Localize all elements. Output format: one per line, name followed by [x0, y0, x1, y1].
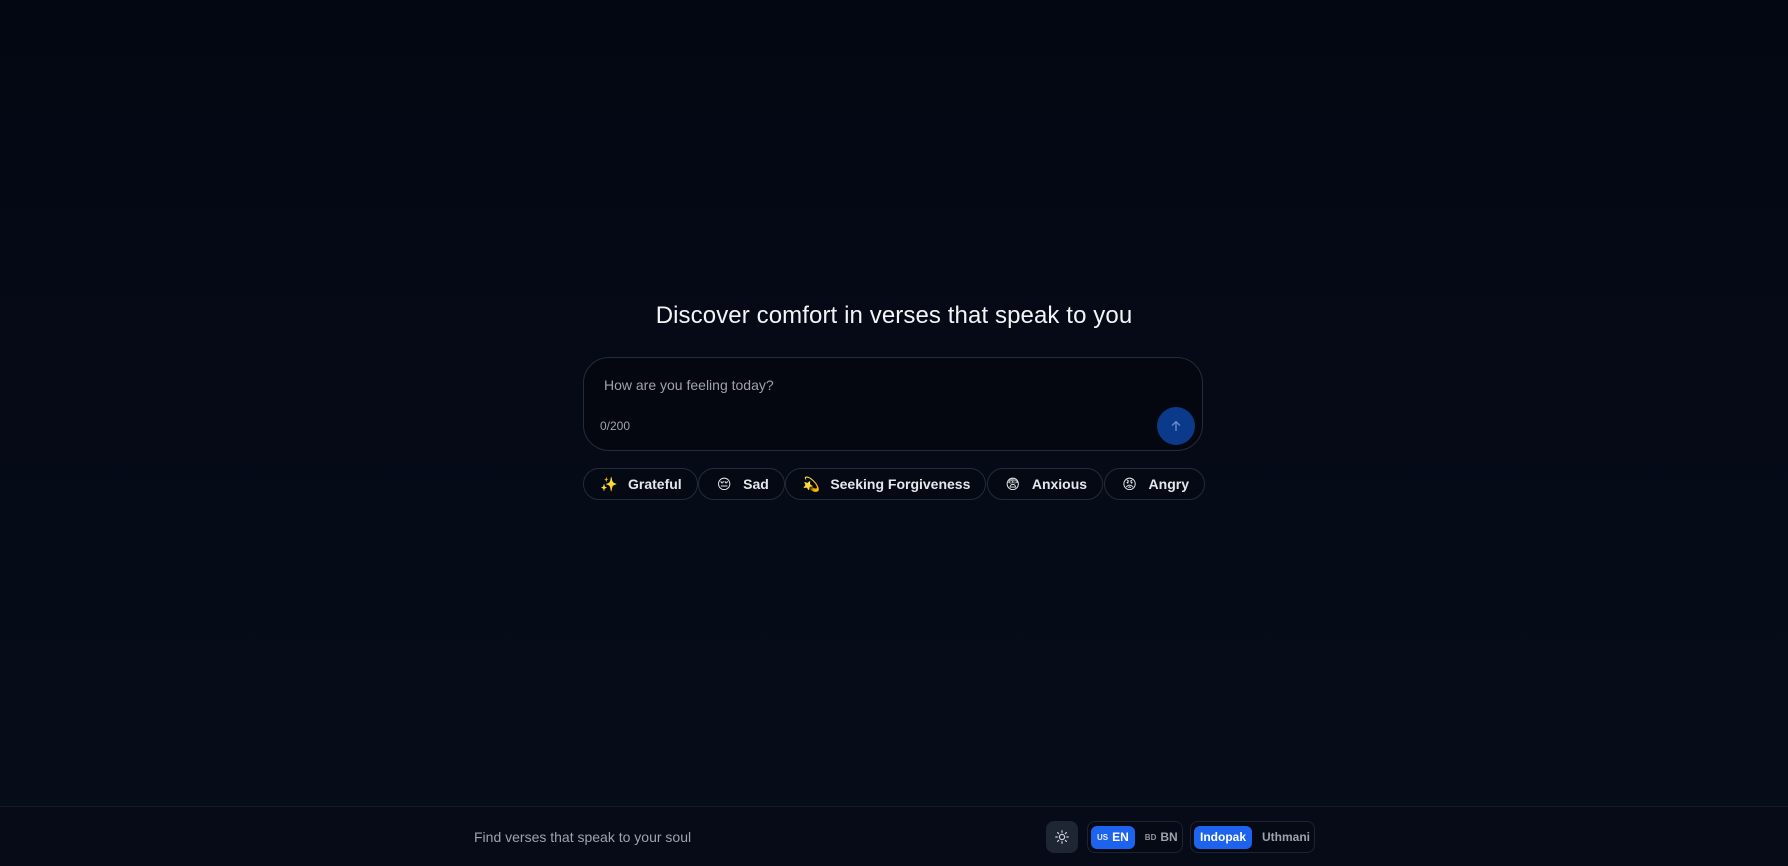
feeling-input[interactable] [602, 372, 1166, 398]
mood-chip-anxious[interactable]: 😨 Anxious [986, 468, 1104, 500]
page-title: Discover comfort in verses that speak to… [655, 302, 1133, 329]
pensive-face-icon: 😔 [716, 476, 732, 492]
script-switcher: Indopak Uthmani [1190, 821, 1315, 853]
language-option-bn[interactable]: BD BN [1139, 826, 1184, 849]
mood-chip-angry[interactable]: 😡 Angry [1103, 468, 1205, 500]
language-switcher: US EN BD BN [1087, 821, 1183, 853]
script-option-indopak[interactable]: Indopak [1194, 825, 1253, 849]
mood-chip-label: Anxious [1031, 476, 1088, 492]
arrow-up-icon [1170, 420, 1182, 432]
footer: Find verses that speak to your soul US E… [0, 806, 1788, 866]
feeling-input-box: 0/200 [583, 357, 1203, 451]
page: Discover comfort in verses that speak to… [0, 0, 1788, 866]
theme-toggle-button[interactable] [1046, 821, 1078, 853]
mood-chip-label: Grateful [628, 476, 682, 492]
mood-chip-label: Angry [1148, 476, 1189, 492]
mood-chip-sad[interactable]: 😔 Sad [698, 468, 785, 500]
mood-chips: ✨ Grateful 😔 Sad 💫 Seeking Forgiveness 😨… [583, 468, 1205, 500]
script-option-uthmani[interactable]: Uthmani [1256, 826, 1316, 849]
language-label: EN [1112, 830, 1129, 844]
send-button[interactable] [1157, 407, 1195, 445]
bd-flag-icon: BD [1144, 832, 1157, 842]
mood-chip-label: Sad [743, 476, 769, 492]
us-flag-icon: US [1097, 832, 1109, 842]
angry-face-icon: 😡 [1122, 476, 1137, 492]
footer-tagline: Find verses that speak to your soul [474, 829, 692, 845]
mood-chip-seeking-forgiveness[interactable]: 💫 Seeking Forgiveness [785, 468, 987, 500]
language-option-en[interactable]: US EN [1091, 825, 1135, 849]
fearful-face-icon: 😨 [1005, 476, 1021, 492]
sparkles-icon: ✨ [600, 476, 618, 492]
mood-chip-label: Seeking Forgiveness [830, 476, 971, 492]
dizzy-icon: 💫 [802, 476, 821, 492]
sun-icon [1055, 830, 1069, 844]
character-counter: 0/200 [600, 419, 631, 433]
mood-chip-grateful[interactable]: ✨ Grateful [583, 468, 698, 500]
language-label: BN [1160, 830, 1178, 844]
